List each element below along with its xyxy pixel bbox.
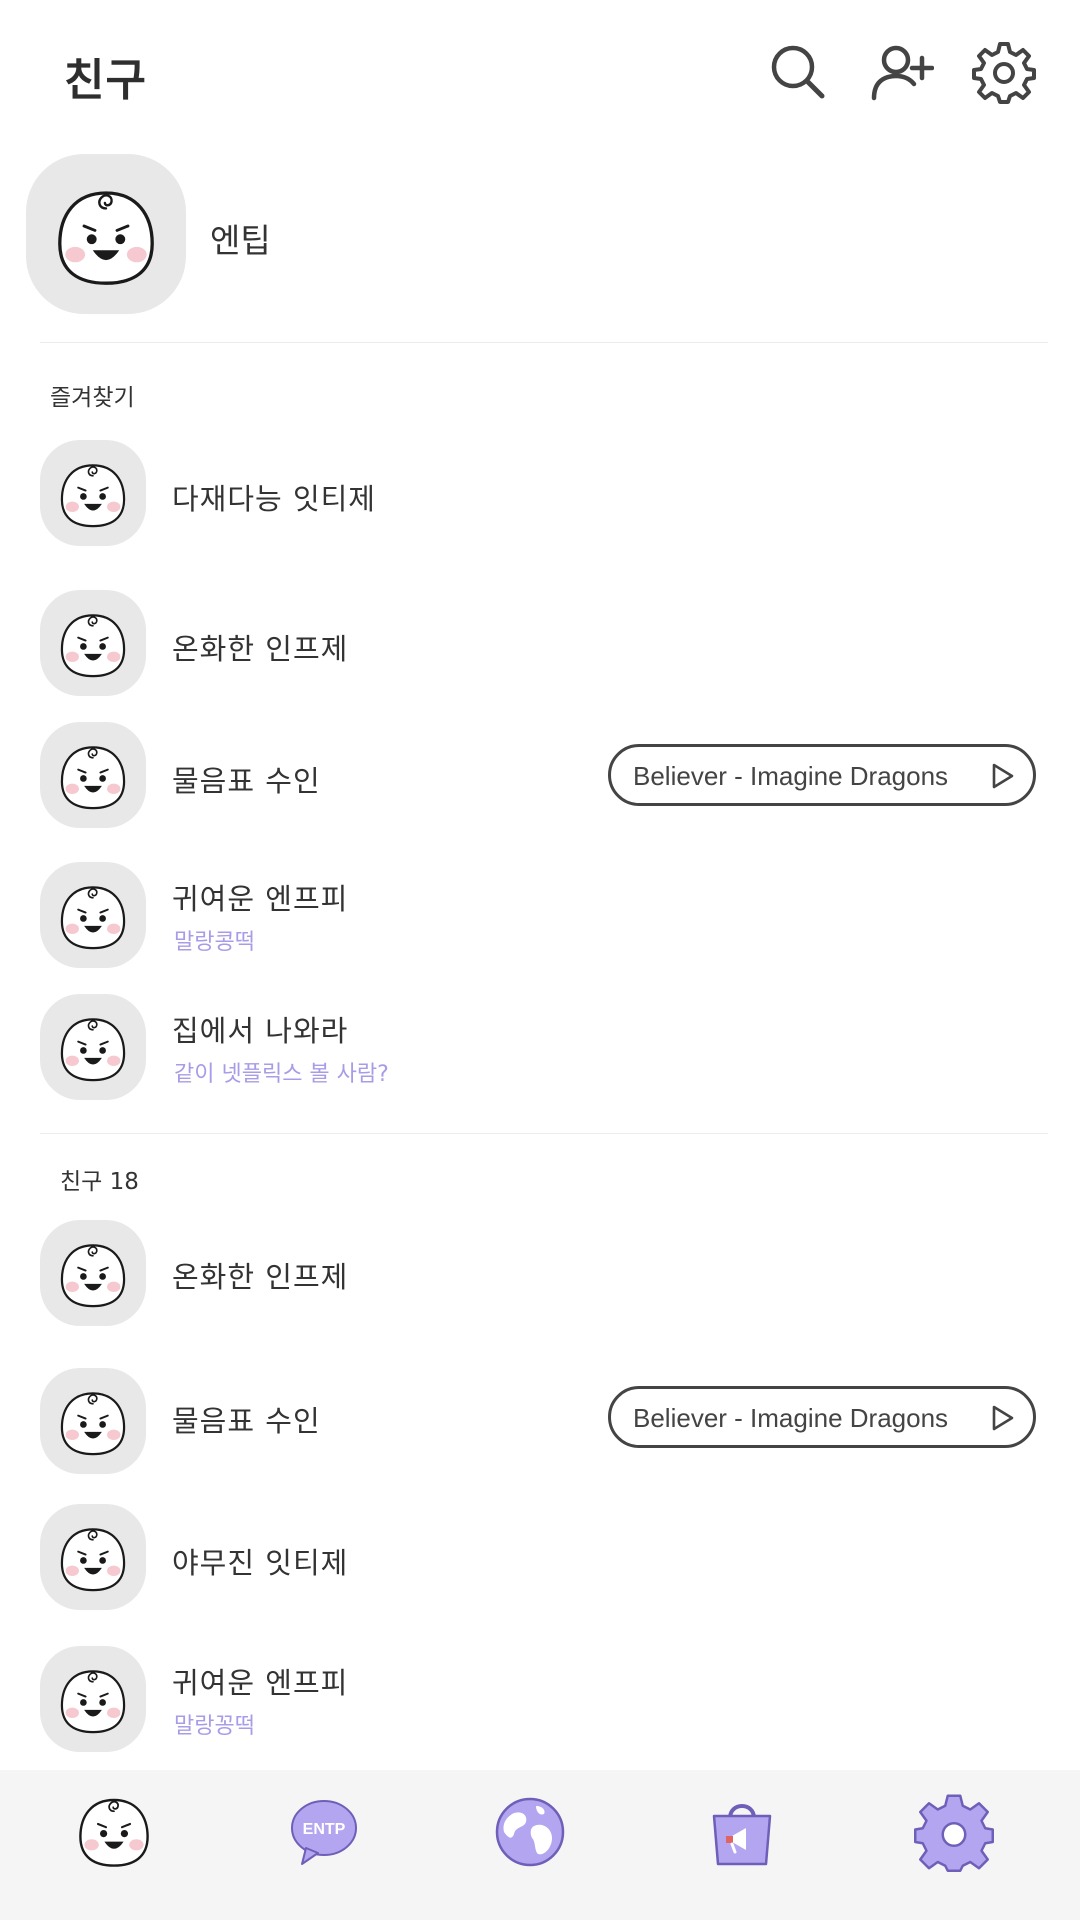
friend-name: 온화한 인프제	[172, 632, 349, 666]
avatar[interactable]	[40, 862, 146, 968]
face-icon	[56, 1238, 130, 1312]
friend-row[interactable]: 야무진 잇티제	[0, 1504, 1080, 1614]
friend-name: 귀여운 엔프피	[172, 1666, 349, 1700]
play-icon	[992, 763, 1014, 789]
friend-status-message: 말랑꽁떡	[174, 1714, 255, 1739]
divider	[40, 1133, 1048, 1134]
friend-status-message: 말랑콩떡	[174, 930, 255, 955]
my-avatar[interactable]	[26, 154, 186, 314]
profile-face-icon[interactable]	[74, 1792, 154, 1872]
favorite-row[interactable]: 집에서 나와라 같이 넷플릭스 볼 사람?	[0, 994, 1080, 1104]
favorite-row[interactable]: 온화한 인프제	[0, 590, 1080, 700]
my-name: 엔팁	[210, 221, 271, 260]
face-icon	[56, 1012, 130, 1086]
friend-row[interactable]: 온화한 인프제	[0, 1220, 1080, 1330]
music-pill[interactable]: Believer - Imagine Dragons	[608, 744, 1036, 806]
bottom-nav: ENTP	[0, 1770, 1080, 1920]
face-icon	[51, 182, 161, 292]
globe-icon[interactable]	[490, 1792, 570, 1872]
avatar[interactable]	[40, 722, 146, 828]
face-icon	[56, 1664, 130, 1738]
friends-section-label: 친구 18	[60, 1169, 139, 1195]
face-icon	[56, 880, 130, 954]
entp-badge-text: ENTP	[303, 1821, 346, 1838]
friend-name: 야무진 잇티제	[172, 1546, 349, 1580]
friend-status-message: 같이 넷플릭스 볼 사람?	[174, 1062, 389, 1087]
avatar[interactable]	[40, 994, 146, 1100]
avatar[interactable]	[40, 1368, 146, 1474]
play-icon	[992, 1405, 1014, 1431]
music-title: Believer - Imagine Dragons	[633, 1403, 949, 1433]
avatar[interactable]	[40, 1646, 146, 1752]
favorite-row[interactable]: 다재다능 잇티제	[0, 440, 1080, 550]
avatar[interactable]	[40, 1220, 146, 1326]
favorites-section-label: 즐겨찾기	[50, 385, 135, 411]
page-title: 친구	[64, 55, 147, 106]
shopping-bag-icon[interactable]	[702, 1792, 782, 1872]
music-pill[interactable]: Believer - Imagine Dragons	[608, 1386, 1036, 1448]
avatar[interactable]	[40, 1504, 146, 1610]
friend-name: 다재다능 잇티제	[172, 482, 376, 516]
face-icon	[56, 740, 130, 814]
friend-name: 물음표 수인	[172, 764, 321, 798]
friend-name: 귀여운 엔프피	[172, 882, 349, 916]
face-icon	[56, 608, 130, 682]
face-icon	[56, 1522, 130, 1596]
avatar[interactable]	[40, 590, 146, 696]
favorite-row[interactable]: 물음표 수인 Believer - Imagine Dragons	[0, 722, 1080, 832]
settings-gear-icon[interactable]	[914, 1792, 994, 1872]
friend-row[interactable]: 물음표 수인 Believer - Imagine Dragons	[0, 1368, 1080, 1478]
friend-row[interactable]: 귀여운 엔프피 말랑꽁떡	[0, 1646, 1080, 1756]
my-profile-row[interactable]: 엔팁	[0, 150, 1080, 320]
face-icon	[56, 1386, 130, 1460]
friend-name: 물음표 수인	[172, 1404, 321, 1438]
friend-name: 집에서 나와라	[172, 1014, 349, 1048]
avatar[interactable]	[40, 440, 146, 546]
entp-chat-bubble-icon[interactable]: ENTP	[284, 1792, 364, 1872]
add-friend-icon[interactable]	[870, 40, 934, 104]
face-icon	[56, 458, 130, 532]
settings-icon[interactable]	[972, 40, 1036, 104]
search-icon[interactable]	[766, 40, 830, 104]
music-title: Believer - Imagine Dragons	[633, 761, 949, 791]
header: 친구	[0, 0, 1080, 140]
friend-name: 온화한 인프제	[172, 1260, 349, 1294]
favorite-row[interactable]: 귀여운 엔프피 말랑콩떡	[0, 862, 1080, 972]
divider	[40, 342, 1048, 343]
